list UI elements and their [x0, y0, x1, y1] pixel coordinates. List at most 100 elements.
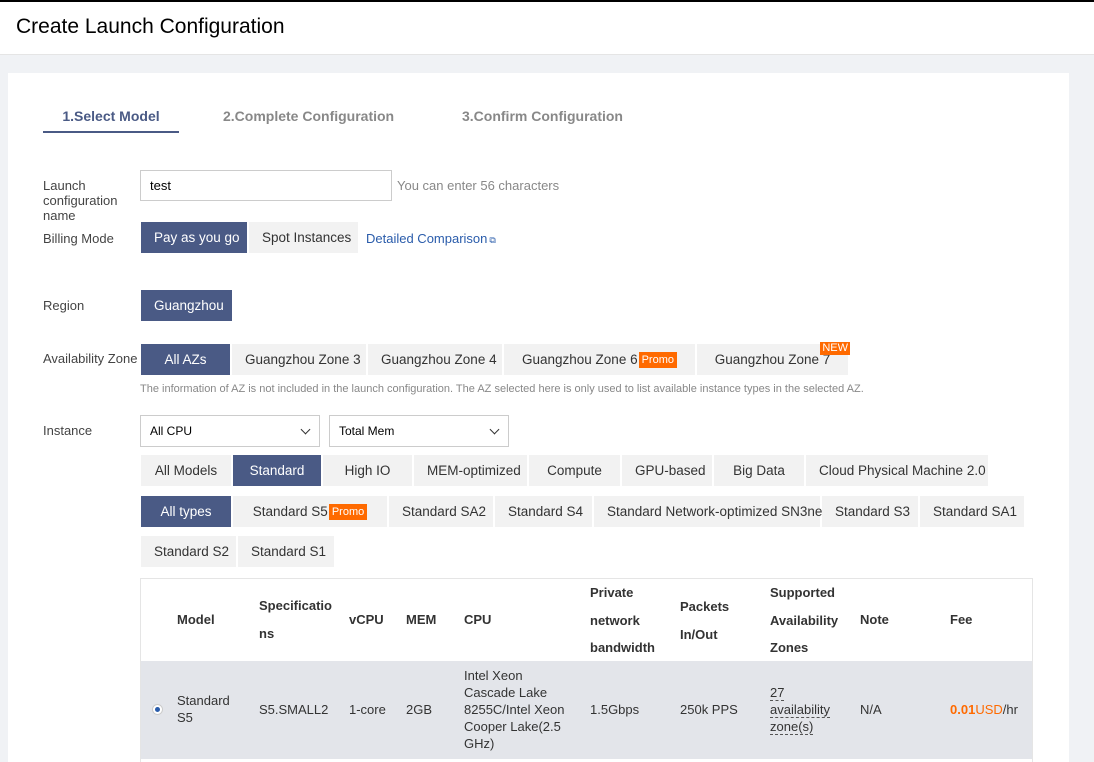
th-bw-line: bandwidth [590, 640, 655, 655]
az-guangzhou-zone-4[interactable]: Guangzhou Zone 4 [368, 344, 503, 375]
az-count: 27 [770, 685, 785, 701]
cell-pps: 250k PPS [680, 702, 738, 717]
az-label: Availability Zone [43, 351, 138, 366]
th-spec-line: ns [259, 625, 275, 641]
th-az-line: Supported [770, 585, 835, 600]
name-label: Launch configuration name [43, 178, 118, 223]
billing-pay-as-you-go[interactable]: Pay as you go [141, 222, 248, 253]
instance-label: Instance [43, 423, 93, 438]
cell-az-line: availability [770, 701, 830, 718]
cell-vcpu: 1-core [349, 702, 386, 717]
th-mem: MEM [406, 612, 437, 627]
type-tab-standard-s3[interactable]: Standard S3 [822, 496, 919, 527]
cpu-select-value: All CPU [150, 424, 193, 438]
cell-model-line: S5 [177, 710, 193, 725]
region-guangzhou[interactable]: Guangzhou [141, 290, 233, 321]
step-confirm-configuration[interactable]: 3.Confirm Configuration [462, 97, 623, 133]
cell-cpu-line: 8255C/Intel Xeon [464, 702, 565, 717]
cell-cpu-line: Cooper Lake(2.5 [464, 719, 561, 734]
cell-cpu: Intel Xeon Cascade Lake 8255C/Intel Xeon Co… [464, 667, 564, 752]
promo-badge: Promo [638, 352, 677, 369]
type-tab-standard-sa2[interactable]: Standard SA2 [389, 496, 494, 527]
az-guangzhou-zone-6[interactable]: Guangzhou Zone 6 Promo [504, 344, 696, 375]
cell-availability-zones-link[interactable]: 27 availability zone(s) [770, 684, 830, 735]
cell-cpu-line: Intel Xeon [464, 668, 523, 683]
model-tab-cloud-physical-machine[interactable]: Cloud Physical Machine 2.0 [806, 455, 989, 486]
mem-select[interactable]: Total Mem [329, 415, 509, 447]
cell-spec: S5.SMALL2 [259, 702, 329, 717]
cell-cpu-line: GHz) [464, 736, 495, 751]
model-tab-gpu-based[interactable]: GPU-based [622, 455, 713, 486]
page-title: Create Launch Configuration [16, 15, 285, 38]
fee-value: 0.01 [950, 702, 976, 717]
cell-model-line: Standard [177, 693, 230, 708]
type-tab-standard-sa1[interactable]: Standard SA1 [920, 496, 1025, 527]
type-tab-standard-s4[interactable]: Standard S4 [495, 496, 593, 527]
th-az-line: Availability [770, 612, 839, 628]
az-note: The information of AZ is not included in… [140, 383, 864, 395]
name-input[interactable] [140, 170, 392, 201]
th-bandwidth: Private network bandwidth [590, 579, 655, 662]
chevron-down-icon [300, 424, 311, 435]
az-guangzhou-zone-3[interactable]: Guangzhou Zone 3 [232, 344, 367, 375]
new-badge: NEW [820, 342, 850, 355]
az-label-text: availability [770, 702, 830, 718]
type-tab-standard-s2[interactable]: Standard S2 [141, 536, 237, 567]
th-fee: Fee [950, 612, 973, 627]
region-label: Region [43, 298, 85, 313]
step-select-model[interactable]: 1.Select Model [43, 97, 179, 133]
model-tab-big-data[interactable]: Big Data [714, 455, 805, 486]
az-guangzhou-zone-7[interactable]: Guangzhou Zone 7 NEW [697, 342, 850, 375]
fee-suffix: /hr [1002, 702, 1018, 717]
th-vcpu: vCPU [349, 612, 384, 627]
instance-table: Model Specificatio ns vCPU MEM CPU Privat… [140, 578, 1033, 762]
fee-unit: USD [975, 702, 1003, 717]
type-s5-label: Standard S5 [252, 504, 328, 519]
table-row[interactable]: Standard S5 S5.SMALL2 1-core 2GB Intel Xe… [141, 661, 1032, 759]
cell-cpu-line: Cascade Lake [464, 685, 548, 700]
main-panel: 1.Select Model 2.Complete Configuration … [8, 73, 1069, 762]
type-tab-all[interactable]: All types [141, 496, 232, 527]
th-bw-line: network [590, 612, 640, 628]
model-tab-mem-optimized[interactable]: MEM-optimized [414, 455, 528, 486]
row-radio[interactable] [152, 704, 163, 715]
billing-spot-instances[interactable]: Spot Instances [249, 222, 359, 253]
th-pps-line: Packets [680, 599, 730, 614]
cell-mem: 2GB [406, 702, 433, 717]
az-all[interactable]: All AZs [141, 344, 231, 375]
step-complete-configuration[interactable]: 2.Complete Configuration [223, 97, 394, 133]
th-spec-line: Specificatio [259, 598, 332, 613]
cell-az-line: 27 [770, 684, 830, 701]
model-tab-compute[interactable]: Compute [529, 455, 621, 486]
th-bw-line: Private [590, 585, 634, 600]
model-tab-standard[interactable]: Standard [233, 455, 322, 486]
page-header: Create Launch Configuration [0, 0, 1094, 55]
detailed-comparison-link[interactable]: Detailed Comparison ⧉ [366, 231, 496, 246]
cell-note: N/A [860, 702, 882, 717]
th-note: Note [860, 612, 889, 627]
model-tab-high-io[interactable]: High IO [323, 455, 413, 486]
promo-badge: Promo [328, 504, 368, 521]
cpu-select[interactable]: All CPU [140, 415, 320, 447]
table-header: Model Specificatio ns vCPU MEM CPU Privat… [141, 579, 1032, 661]
az-zone-7-label: Guangzhou Zone 7 [714, 352, 831, 367]
chevron-down-icon [489, 424, 500, 435]
th-availability-zones: Supported Availability Zones [770, 579, 838, 662]
external-link-icon: ⧉ [489, 235, 496, 245]
type-tab-standard-s1[interactable]: Standard S1 [238, 536, 335, 567]
detailed-comparison-label: Detailed Comparison [366, 231, 488, 246]
th-cpu: CPU [464, 612, 492, 627]
th-packets: Packets In/Out [680, 593, 729, 648]
cell-model: Standard S5 [177, 692, 230, 726]
name-hint: You can enter 56 characters [397, 178, 560, 193]
cell-az-line: zone(s) [770, 718, 830, 735]
th-pps-line: In/Out [680, 626, 718, 642]
th-specifications: Specificatio ns [259, 592, 332, 647]
type-tab-standard-s5[interactable]: Standard S5 Promo [233, 496, 388, 527]
billing-label: Billing Mode [43, 231, 114, 246]
az-zone-6-label: Guangzhou Zone 6 [522, 352, 638, 367]
type-tab-standard-sn3ne[interactable]: Standard Network-optimized SN3ne [594, 496, 822, 527]
th-az-line: Zones [770, 640, 809, 655]
az-unit-text: zone(s) [770, 719, 814, 735]
model-tab-all[interactable]: All Models [141, 455, 232, 486]
